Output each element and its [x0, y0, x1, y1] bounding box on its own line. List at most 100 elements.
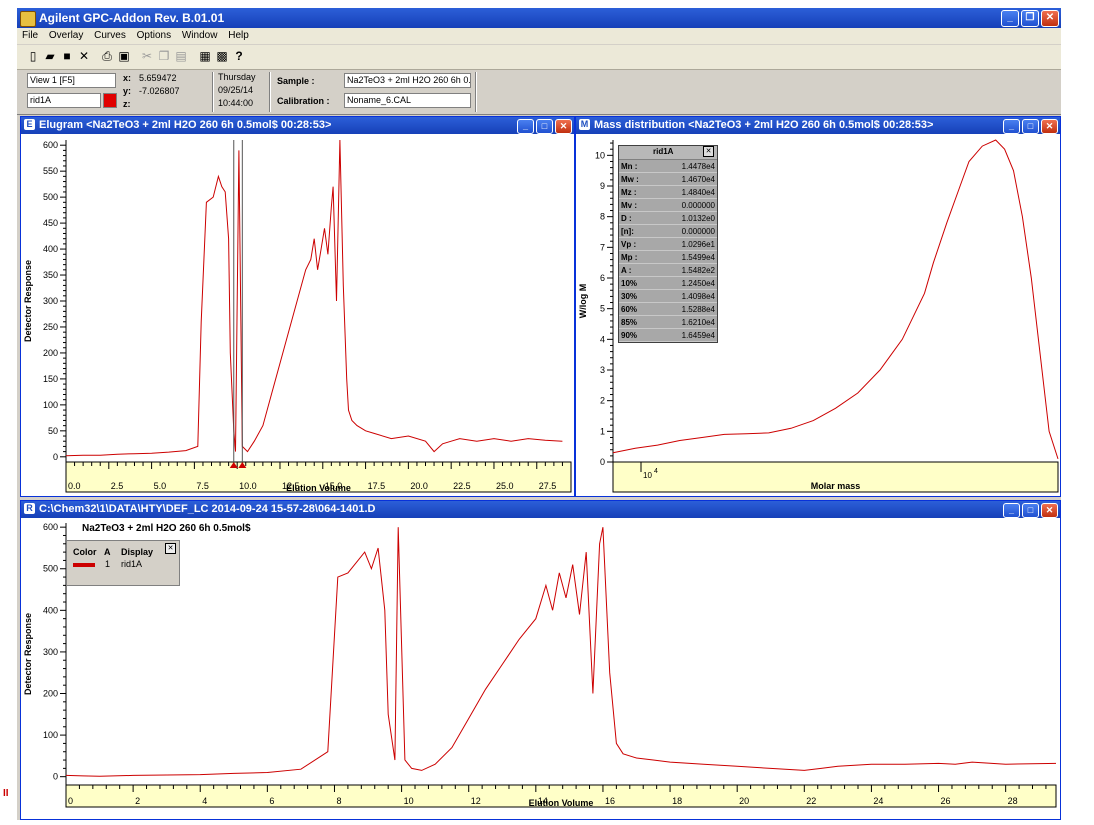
menu-curves[interactable]: Curves — [94, 30, 126, 41]
x-tick-label: 12 — [471, 796, 481, 806]
stats-row: Mz :1.4840e4 — [619, 185, 717, 199]
y-tick-label: 200 — [43, 348, 58, 358]
window-icon[interactable]: ▦ — [197, 48, 213, 64]
massdist-close-button[interactable]: ✕ — [1041, 119, 1058, 134]
y-tick-label: 5 — [600, 304, 605, 314]
stats-key: D : — [619, 211, 656, 225]
new-icon[interactable]: ▯ — [25, 48, 41, 64]
copy-icon[interactable]: ❐ — [156, 48, 172, 64]
elugram-window-icon: E — [24, 119, 35, 130]
legend-row-a: 1 — [105, 559, 111, 569]
sample-field[interactable]: Na2TeO3 + 2ml H2O 260 6h 0.5 — [344, 73, 471, 88]
info-bar: View 1 [F5] rid1A x: 5.659472 y: -7.0268… — [17, 70, 1061, 115]
stats-key: Mw : — [619, 172, 656, 186]
menu-overlay[interactable]: Overlay — [49, 30, 83, 41]
y-tick-label: 9 — [600, 181, 605, 191]
legend-header-a: A — [104, 547, 111, 557]
x-tick-label: 27.5 — [539, 481, 557, 491]
date-text: 09/25/14 — [218, 85, 254, 95]
x-tick-label: 22.5 — [453, 481, 471, 491]
x-tick-label: 20.0 — [410, 481, 428, 491]
stats-row: 10% 1.2450e4 — [619, 276, 717, 290]
elugram-chart: 0 50 100 150 200 250 300 350 400 450 500 550 600 0.0 2… — [23, 139, 572, 493]
legend-color-swatch[interactable] — [73, 563, 95, 567]
menu-options[interactable]: Options — [137, 30, 171, 41]
properties-icon[interactable]: ▩ — [214, 48, 230, 64]
raw-maximize-button[interactable]: □ — [1022, 503, 1039, 518]
calibration-field[interactable]: Noname_6.CAL — [344, 93, 471, 108]
elugram-close-button[interactable]: ✕ — [555, 119, 572, 134]
signal-select[interactable]: rid1A — [27, 93, 101, 108]
x-tick-label: 17.5 — [368, 481, 386, 491]
elugram-plot-area[interactable]: 0 50 100 150 200 250 300 350 400 450 500 550 600 0.0 2… — [21, 134, 574, 496]
menu-window[interactable]: Window — [182, 30, 218, 41]
stats-row: D :1.0132e0 — [619, 211, 717, 225]
x-tick-label: 2 — [135, 796, 140, 806]
y-tick-label: 100 — [43, 730, 58, 740]
stats-row: 90% 1.6459e4 — [619, 328, 717, 342]
stats-key: Mv : — [619, 198, 656, 212]
massdist-maximize-button[interactable]: □ — [1022, 119, 1039, 134]
massdist-minimize-button[interactable]: _ — [1003, 119, 1020, 134]
print-icon[interactable]: ⎙ — [99, 48, 115, 64]
app-window: Agilent GPC-Addon Rev. B.01.01 _ ❐ ✕ Fil… — [3, 8, 1061, 820]
x-tick-label: 22 — [806, 796, 816, 806]
cut-icon[interactable]: ✂ — [139, 48, 155, 64]
signal-color-swatch[interactable] — [103, 93, 117, 108]
delete-icon[interactable]: ✕ — [76, 48, 92, 64]
stats-row: Mv :0.000000 — [619, 198, 717, 212]
stats-value: 1.2450e4 — [655, 276, 717, 290]
open-icon[interactable]: ▰ — [42, 48, 58, 64]
x-tick-label: 10 — [643, 471, 652, 480]
stats-row: 30% 1.4098e4 — [619, 289, 717, 303]
time-text: 10:44:00 — [218, 98, 254, 108]
elugram-window: E Elugram <Na2TeO3 + 2ml H2O 260 6h 0.5m… — [20, 116, 575, 497]
elugram-minimize-button[interactable]: _ — [517, 119, 534, 134]
stats-value: 1.5482e2 — [655, 263, 717, 277]
raw-title-bar[interactable]: R C:\Chem32\1\DATA\HTY\DEF_LC 2014-09-24… — [21, 501, 1060, 518]
x-tick-label: 25.0 — [496, 481, 514, 491]
stats-key: Vp : — [619, 237, 656, 251]
y-tick-label: 600 — [43, 140, 58, 150]
close-button[interactable]: ✕ — [1041, 10, 1059, 27]
x-tick-label: 0 — [68, 796, 73, 806]
elugram-title-bar[interactable]: E Elugram <Na2TeO3 + 2ml H2O 260 6h 0.5m… — [21, 117, 574, 134]
stats-value: 1.6459e4 — [655, 328, 717, 342]
paste-icon[interactable]: ▤ — [173, 48, 189, 64]
view-select[interactable]: View 1 [F5] — [27, 73, 116, 88]
raw-close-button[interactable]: ✕ — [1041, 503, 1058, 518]
stats-value: 1.4478e4 — [655, 160, 717, 173]
minimize-button[interactable]: _ — [1001, 10, 1019, 27]
x-tick-label: 24 — [873, 796, 883, 806]
z-label: z: — [123, 99, 131, 109]
menu-file[interactable]: File — [22, 30, 38, 41]
legend-panel[interactable]: Color A Display ✕ 1 rid1A — [66, 540, 180, 586]
y-tick-label: 0 — [53, 452, 58, 462]
stats-row: Mn :1.4478e4 — [619, 160, 717, 173]
y-tick-label: 0 — [53, 772, 58, 782]
stats-close-icon[interactable]: ✕ — [703, 146, 714, 157]
stats-value: 1.5499e4 — [655, 250, 717, 264]
raw-plot-area[interactable]: 0 100 200 300 400 500 600 0 2 4 6 8 10 12 14 16 18 20 22 24… — [21, 518, 1060, 819]
help-icon[interactable]: ? — [231, 48, 247, 64]
menu-help[interactable]: Help — [228, 30, 249, 41]
stats-key: A : — [619, 263, 656, 277]
stats-key: 85% — [619, 315, 656, 329]
raw-minimize-button[interactable]: _ — [1003, 503, 1020, 518]
y-tick-label: 1 — [600, 426, 605, 436]
x-tick-label: 16 — [605, 796, 615, 806]
print-preview-icon[interactable]: ▣ — [116, 48, 132, 64]
stats-value: 1.6210e4 — [655, 315, 717, 329]
stats-row: [n]: 0.000000 — [619, 224, 717, 238]
elugram-maximize-button[interactable]: □ — [536, 119, 553, 134]
stats-panel[interactable]: rid1A ✕ Mn :1.4478e4 Mw :1.4670e4 Mz :1.48… — [618, 145, 718, 343]
y-tick-label: 4 — [600, 334, 605, 344]
legend-close-icon[interactable]: ✕ — [165, 543, 176, 554]
x-tick-label: 0.0 — [68, 481, 81, 491]
x-label: x: — [123, 73, 132, 83]
save-icon[interactable]: ■ — [59, 48, 75, 64]
calibration-label: Calibration : — [277, 96, 330, 106]
massdist-title-bar[interactable]: M Mass distribution <Na2TeO3 + 2ml H2O 2… — [576, 117, 1060, 134]
restore-button[interactable]: ❐ — [1021, 10, 1039, 27]
app-title-bar[interactable]: Agilent GPC-Addon Rev. B.01.01 _ ❐ ✕ — [17, 8, 1061, 28]
